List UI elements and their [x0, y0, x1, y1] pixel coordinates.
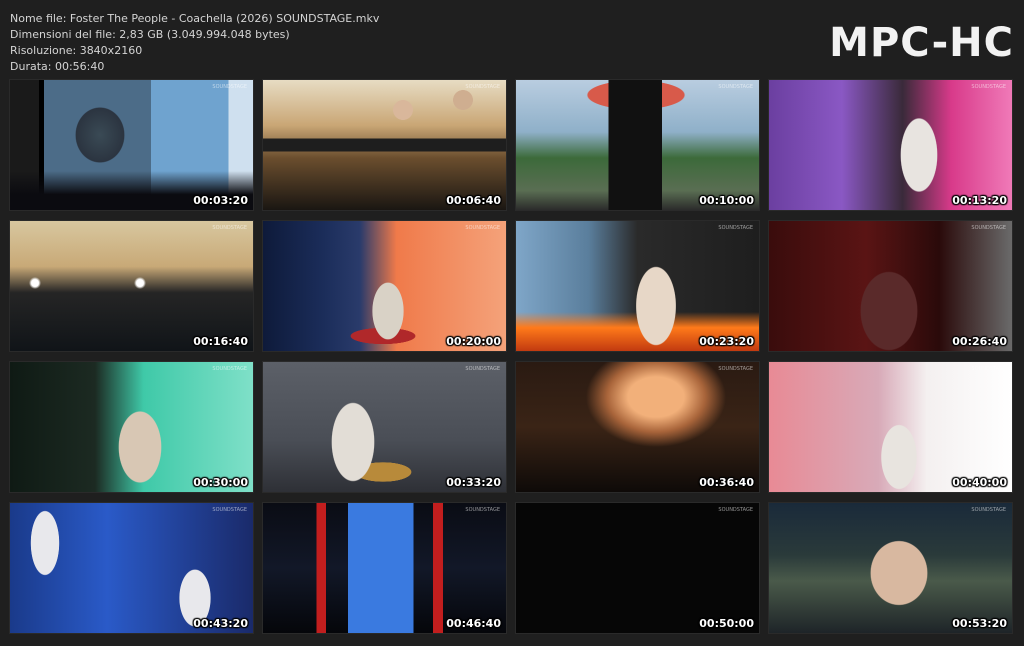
- thumbnail[interactable]: SOUNDSTAGE 00:43:20: [10, 503, 253, 633]
- file-info-block: Nome file: Foster The People - Coachella…: [10, 11, 379, 75]
- thumbnail[interactable]: SOUNDSTAGE 00:20:00: [263, 221, 506, 351]
- watermark-icon: SOUNDSTAGE: [212, 366, 247, 372]
- thumbnail-image: [769, 503, 1012, 633]
- thumbnail-image: [10, 503, 253, 633]
- file-size-text: Dimensioni del file: 2,83 GB (3.049.994.…: [10, 28, 290, 41]
- resolution-text: Risoluzione: 3840x2160: [10, 44, 143, 57]
- timestamp: 00:50:00: [699, 617, 754, 630]
- watermark-icon: SOUNDSTAGE: [465, 366, 500, 372]
- thumbnail-image: [769, 221, 1012, 351]
- watermark-icon: SOUNDSTAGE: [212, 84, 247, 90]
- timestamp: 00:43:20: [193, 617, 248, 630]
- thumbnail-image: [263, 80, 506, 210]
- thumbnail[interactable]: SOUNDSTAGE 00:30:00: [10, 362, 253, 492]
- watermark-icon: SOUNDSTAGE: [465, 507, 500, 513]
- timestamp: 00:10:00: [699, 194, 754, 207]
- timestamp: 00:16:40: [193, 335, 248, 348]
- watermark-icon: SOUNDSTAGE: [465, 84, 500, 90]
- thumbnail-image: [10, 80, 253, 210]
- thumbnail[interactable]: SOUNDSTAGE 00:36:40: [516, 362, 759, 492]
- duration-text: Durata: 00:56:40: [10, 60, 105, 73]
- timestamp: 00:40:00: [952, 476, 1007, 489]
- timestamp: 00:36:40: [699, 476, 754, 489]
- watermark-icon: SOUNDSTAGE: [971, 366, 1006, 372]
- thumbnail-image: [516, 503, 759, 633]
- file-name-text: Nome file: Foster The People - Coachella…: [10, 12, 380, 25]
- thumbnail[interactable]: SOUNDSTAGE 00:03:20: [10, 80, 253, 210]
- mpc-hc-logo: MPC-HC: [829, 20, 1014, 66]
- timestamp: 00:20:00: [446, 335, 501, 348]
- thumbnail[interactable]: SOUNDSTAGE 00:06:40: [263, 80, 506, 210]
- thumbnail[interactable]: SOUNDSTAGE 00:26:40: [769, 221, 1012, 351]
- thumbnail[interactable]: SOUNDSTAGE 00:46:40: [263, 503, 506, 633]
- thumbnail[interactable]: SOUNDSTAGE 00:50:00: [516, 503, 759, 633]
- timestamp: 00:03:20: [193, 194, 248, 207]
- thumbnail[interactable]: SOUNDSTAGE 00:53:20: [769, 503, 1012, 633]
- thumbnail-image: [516, 362, 759, 492]
- thumbnail[interactable]: SOUNDSTAGE 00:23:20: [516, 221, 759, 351]
- thumbnail-image: [10, 221, 253, 351]
- thumbnail-image: [263, 503, 506, 633]
- watermark-icon: SOUNDSTAGE: [212, 225, 247, 231]
- thumbnail-image: [516, 80, 759, 210]
- thumbnail-grid: SOUNDSTAGE 00:03:20 SOUNDSTAGE 00:06:40 …: [10, 80, 1012, 633]
- thumbnail[interactable]: SOUNDSTAGE 00:13:20: [769, 80, 1012, 210]
- timestamp: 00:23:20: [699, 335, 754, 348]
- thumbnail[interactable]: SOUNDSTAGE 00:33:20: [263, 362, 506, 492]
- thumbnail-image: [10, 362, 253, 492]
- thumbnail[interactable]: SOUNDSTAGE 00:40:00: [769, 362, 1012, 492]
- watermark-icon: SOUNDSTAGE: [971, 507, 1006, 513]
- watermark-icon: SOUNDSTAGE: [718, 84, 753, 90]
- watermark-icon: SOUNDSTAGE: [465, 225, 500, 231]
- watermark-icon: SOUNDSTAGE: [212, 507, 247, 513]
- watermark-icon: SOUNDSTAGE: [718, 366, 753, 372]
- timestamp: 00:33:20: [446, 476, 501, 489]
- watermark-icon: SOUNDSTAGE: [971, 84, 1006, 90]
- watermark-icon: SOUNDSTAGE: [718, 225, 753, 231]
- timestamp: 00:06:40: [446, 194, 501, 207]
- thumbnail-image: [769, 80, 1012, 210]
- thumbnail[interactable]: SOUNDSTAGE 00:10:00: [516, 80, 759, 210]
- timestamp: 00:53:20: [952, 617, 1007, 630]
- thumbnail-image: [263, 221, 506, 351]
- thumbnail-image: [769, 362, 1012, 492]
- thumbnail-image: [263, 362, 506, 492]
- thumbnail[interactable]: SOUNDSTAGE 00:16:40: [10, 221, 253, 351]
- watermark-icon: SOUNDSTAGE: [718, 507, 753, 513]
- timestamp: 00:26:40: [952, 335, 1007, 348]
- watermark-icon: SOUNDSTAGE: [971, 225, 1006, 231]
- timestamp: 00:46:40: [446, 617, 501, 630]
- timestamp: 00:30:00: [193, 476, 248, 489]
- thumbnail-image: [516, 221, 759, 351]
- timestamp: 00:13:20: [952, 194, 1007, 207]
